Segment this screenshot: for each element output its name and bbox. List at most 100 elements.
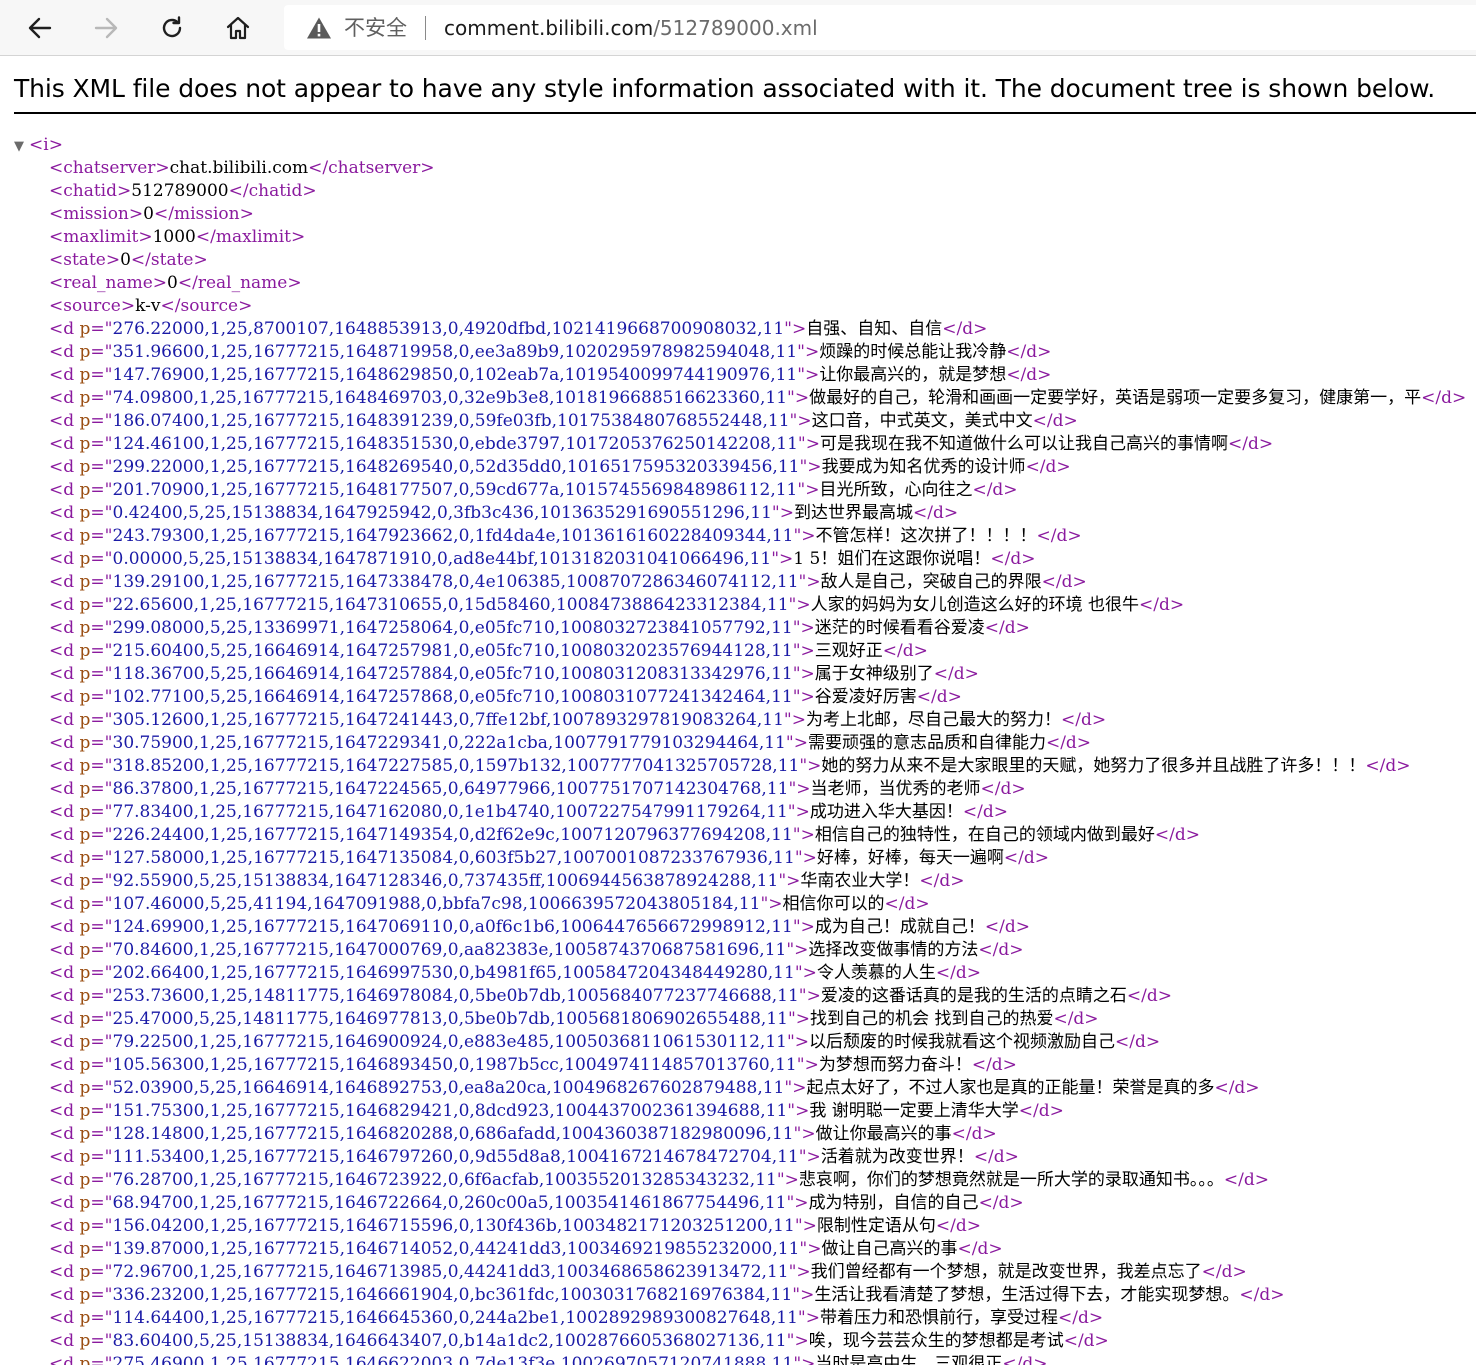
d-open-tag: <d [49,319,80,339]
comment-text: 悲哀啊，你们的梦想竟然就是一所大学的录取通知书。。。 [798,1170,1224,1190]
danmaku-line: <d p="202.66400,1,25,16777215,1646997530… [0,962,1476,985]
d-open-tag: <d [49,1285,80,1305]
attr-name: p [79,434,91,454]
attr-p-value: 102.77100,5,25,16646914,1647257868,0,e05… [112,687,793,707]
attr-quote: "> [771,503,794,523]
attr-quote: "> [793,1124,816,1144]
attr-quote: "> [786,1331,809,1351]
danmaku-line: <d p="92.55900,5,25,15138834,1647128346,… [0,870,1476,893]
attr-name: p [79,1193,91,1213]
comment-text: 唉，现今芸芸众生的梦想都是考试 [808,1331,1064,1351]
attr-quote: =" [90,1032,113,1052]
xml-element-line: <chatid>512789000</chatid> [0,180,1476,203]
attr-name: p [79,825,91,845]
attr-name: p [79,618,91,638]
attr-quote: "> [786,1193,809,1213]
warning-icon [307,17,331,39]
forward-button[interactable] [86,8,126,48]
attr-p-value: 52.03900,5,25,16646914,1646892753,0,ea8a… [112,1078,785,1098]
d-close-tag: </d> [1053,1009,1099,1029]
home-button[interactable] [218,8,258,48]
attr-p-value: 107.46000,5,25,41194,1647091988,0,bbfa7c… [112,894,761,914]
tag-name: maxlimit [215,227,291,247]
d-close-tag: </d> [1025,457,1071,477]
d-close-tag: </d> [1115,1032,1161,1052]
attr-p-value: 0.00000,5,25,15138834,1647871910,0,ad8e4… [112,549,772,569]
attr-p-value: 70.84600,1,25,16777215,1647000769,0,aa82… [112,940,787,960]
attr-name: p [79,595,91,615]
attr-quote: "> [797,480,820,500]
comment-text: 到达世界最高城 [793,503,913,523]
comment-text: 限制性定语从句 [816,1216,936,1236]
danmaku-line: <d p="139.29100,1,25,16777215,1647338478… [0,571,1476,594]
comment-text: 谷爱凌好厉害 [814,687,917,707]
attr-name: p [79,710,91,730]
attr-quote: "> [798,572,821,592]
attr-p-value: 351.96600,1,25,16777215,1648719958,0,ee3… [112,342,798,362]
reload-button[interactable] [152,8,192,48]
attr-p-value: 139.87000,1,25,16777215,1646714052,0,442… [112,1239,800,1259]
danmaku-line: <d p="70.84600,1,25,16777215,1647000769,… [0,939,1476,962]
comment-text: 做让自己高兴的事 [821,1239,958,1259]
url-host: comment.bilibili.com [444,16,654,40]
attr-name: p [79,1216,91,1236]
attr-quote: "> [793,1354,816,1365]
back-button[interactable] [20,8,60,48]
attr-quote: "> [794,963,817,983]
d-open-tag: <d [49,526,80,546]
home-icon [226,16,250,40]
attr-name: p [79,549,91,569]
attr-quote: =" [90,411,113,431]
attr-quote: =" [90,503,113,523]
d-open-tag: <d [49,756,80,776]
tag-name: mission [173,204,240,224]
attr-quote: "> [796,1055,819,1075]
d-open-tag: <d [49,1147,80,1167]
danmaku-line: <d p="226.24400,1,25,16777215,1647149354… [0,824,1476,847]
d-close-tag: </d> [971,1055,1017,1075]
comment-text: 成为特别，自信的自己 [808,1193,979,1213]
tag-name: chatserver [63,158,156,178]
d-close-tag: </d> [1057,1308,1104,1328]
attr-quote: =" [90,687,113,707]
collapse-toggle-icon[interactable]: ▼ [14,135,29,158]
d-close-tag: </d> [1201,1262,1247,1282]
attr-name: p [79,365,91,385]
attr-quote: "> [778,871,801,891]
danmaku-line: <d p="139.87000,1,25,16777215,1646714052… [0,1238,1476,1261]
address-bar[interactable]: 不安全 comment.bilibili.com/512789000.xml [284,5,1476,50]
attr-quote: =" [90,618,113,638]
security-label[interactable]: 不安全 [344,15,407,41]
site-info-button[interactable] [306,16,332,40]
attr-quote: "> [785,733,808,753]
d-open-tag: <d [49,1055,80,1075]
danmaku-line: <d p="0.00000,5,25,15138834,1647871910,0… [0,548,1476,571]
attr-quote: =" [90,319,113,339]
attr-quote: =" [90,1147,113,1167]
danmaku-line: <d p="275.46900,1,25,16777215,1646622003… [0,1353,1476,1365]
browser-toolbar: 不安全 comment.bilibili.com/512789000.xml [0,0,1476,56]
attr-quote: =" [90,526,113,546]
attr-quote: "> [797,342,820,362]
d-close-tag: </d> [1036,526,1082,546]
d-close-tag: </d> [1239,1285,1285,1305]
danmaku-line: <d p="299.08000,5,25,13369971,1647258064… [0,617,1476,640]
d-close-tag: </d> [916,687,962,707]
attr-quote: =" [90,825,113,845]
danmaku-line: <d p="151.75300,1,25,16777215,1646829421… [0,1100,1476,1123]
attr-quote: =" [90,1101,113,1121]
attr-p-value: 215.60400,5,25,16646914,1647257981,0,e05… [112,641,793,661]
url-text[interactable]: comment.bilibili.com/512789000.xml [444,15,818,41]
attr-quote: =" [90,664,113,684]
comment-text: 选择改变做事情的方法 [808,940,979,960]
attr-name: p [79,1124,91,1144]
comment-text: 当老师，当优秀的老师 [810,779,981,799]
attr-name: p [79,733,91,753]
attr-quote: "> [783,710,806,730]
element-value: 512789000 [131,181,229,201]
attr-name: p [79,457,91,477]
danmaku-line: <d p="83.60400,5,25,15138834,1646643407,… [0,1330,1476,1353]
d-close-tag: </d> [942,319,988,339]
comment-text: 她的努力从来不是大家眼里的天赋，她努力了很多并且战胜了许多！！！ [821,756,1366,776]
d-open-tag: <d [49,411,80,431]
